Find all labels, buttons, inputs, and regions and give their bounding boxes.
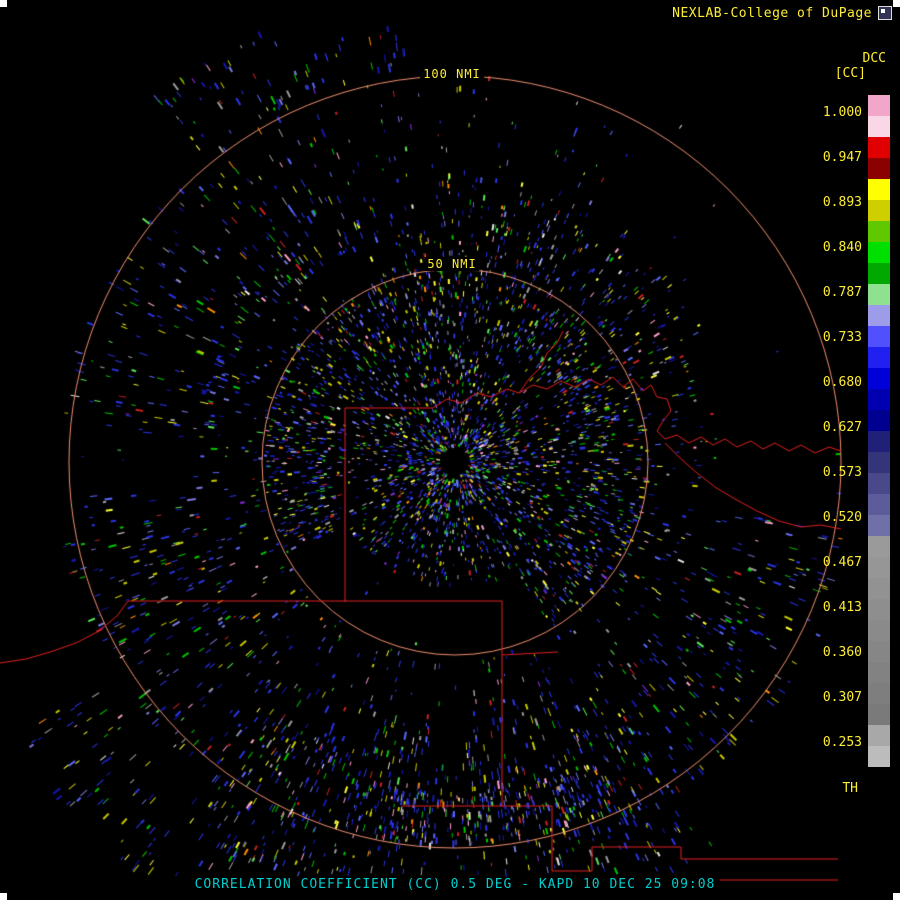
radar-canvas — [0, 0, 900, 900]
radar-display: NEXLAB-College of DuPage DCC [CC] 1.0000… — [0, 0, 900, 900]
